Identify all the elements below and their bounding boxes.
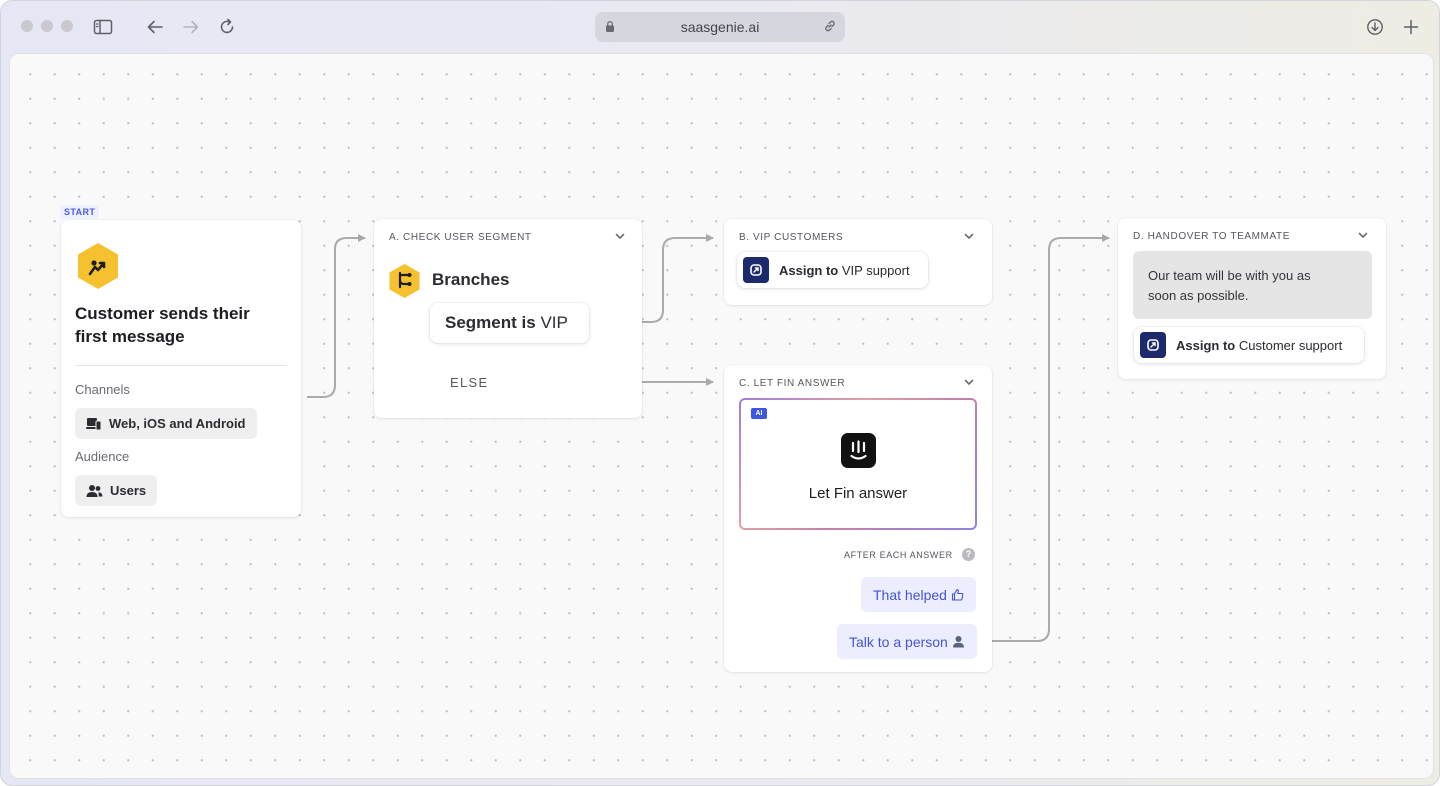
- segment-value: VIP: [540, 313, 568, 332]
- reload-icon[interactable]: [215, 15, 239, 39]
- new-tab-plus-icon[interactable]: [1399, 15, 1423, 39]
- downloads-icon[interactable]: [1363, 15, 1387, 39]
- url-text: saasgenie.ai: [680, 19, 760, 35]
- segment-condition-text: Segment is: [445, 313, 536, 332]
- assign-icon: [743, 257, 769, 283]
- copy-link-icon[interactable]: [823, 19, 837, 36]
- channels-value: Web, iOS and Android: [109, 416, 246, 431]
- step-c-title: C. LET FIN ANSWER: [739, 378, 846, 389]
- start-divider: [75, 365, 287, 366]
- ai-badge: AI: [751, 408, 767, 419]
- chevron-down-icon[interactable]: [1357, 229, 1369, 241]
- assign-customer-support-text: Assign to Customer support: [1176, 337, 1343, 353]
- audience-value: Users: [110, 483, 147, 498]
- channels-label: Channels: [75, 382, 130, 397]
- address-bar[interactable]: saasgenie.ai: [595, 12, 845, 42]
- segment-condition-pill[interactable]: Segment is VIP: [430, 303, 589, 343]
- step-b-title: B. VIP CUSTOMERS: [739, 232, 844, 243]
- minimize-window-button[interactable]: [41, 20, 53, 32]
- fin-label: Let Fin answer: [808, 485, 908, 502]
- lock-icon: [605, 20, 615, 36]
- step-d-title: D. HANDOVER TO TEAMMATE: [1133, 231, 1290, 242]
- trigger-hexagon-icon: [78, 243, 118, 289]
- zoom-window-button[interactable]: [61, 20, 73, 32]
- assign-customer-support-action[interactable]: Assign to Customer support: [1134, 327, 1364, 363]
- step-a-title: A. CHECK USER SEGMENT: [389, 232, 532, 243]
- browser-window: saasgenie.ai START Customer sends their …: [0, 0, 1440, 786]
- start-title: Customer sends their first message: [75, 304, 250, 346]
- audience-chip[interactable]: Users: [75, 475, 158, 506]
- chevron-down-icon[interactable]: [963, 230, 975, 242]
- devices-icon: [86, 417, 102, 430]
- audience-label: Audience: [75, 449, 130, 464]
- handover-message[interactable]: Our team will be with you as soon as pos…: [1133, 251, 1372, 319]
- fin-logo-icon: [841, 433, 876, 468]
- branches-label: Branches: [432, 270, 510, 289]
- forward-arrow-icon[interactable]: [179, 15, 203, 39]
- fin-ai-block[interactable]: AI Let Fin answer: [739, 398, 977, 530]
- that-helped-button[interactable]: That helped: [861, 577, 976, 612]
- start-badge: START: [60, 205, 100, 219]
- back-arrow-icon[interactable]: [143, 15, 167, 39]
- assign-icon: [1140, 332, 1166, 358]
- channels-chip[interactable]: Web, iOS and Android: [75, 408, 257, 439]
- after-each-answer-label: AFTER EACH ANSWER: [844, 550, 953, 560]
- sidebar-toggle-icon[interactable]: [91, 15, 115, 39]
- help-icon[interactable]: ?: [962, 548, 975, 561]
- talk-to-a-person-button[interactable]: Talk to a person: [837, 624, 977, 659]
- chevron-down-icon[interactable]: [614, 230, 626, 242]
- users-icon: [86, 484, 103, 497]
- close-window-button[interactable]: [21, 20, 33, 32]
- browser-toolbar: saasgenie.ai: [1, 1, 1439, 53]
- assign-vip-text: Assign to VIP support: [779, 262, 910, 278]
- else-branch-label: ELSE: [450, 375, 489, 390]
- assign-vip-support-action[interactable]: Assign to VIP support: [737, 252, 928, 288]
- chevron-down-icon[interactable]: [963, 376, 975, 388]
- person-icon: [952, 636, 964, 648]
- branches-hexagon-icon: [389, 264, 420, 298]
- thumbs-up-icon: [951, 588, 964, 601]
